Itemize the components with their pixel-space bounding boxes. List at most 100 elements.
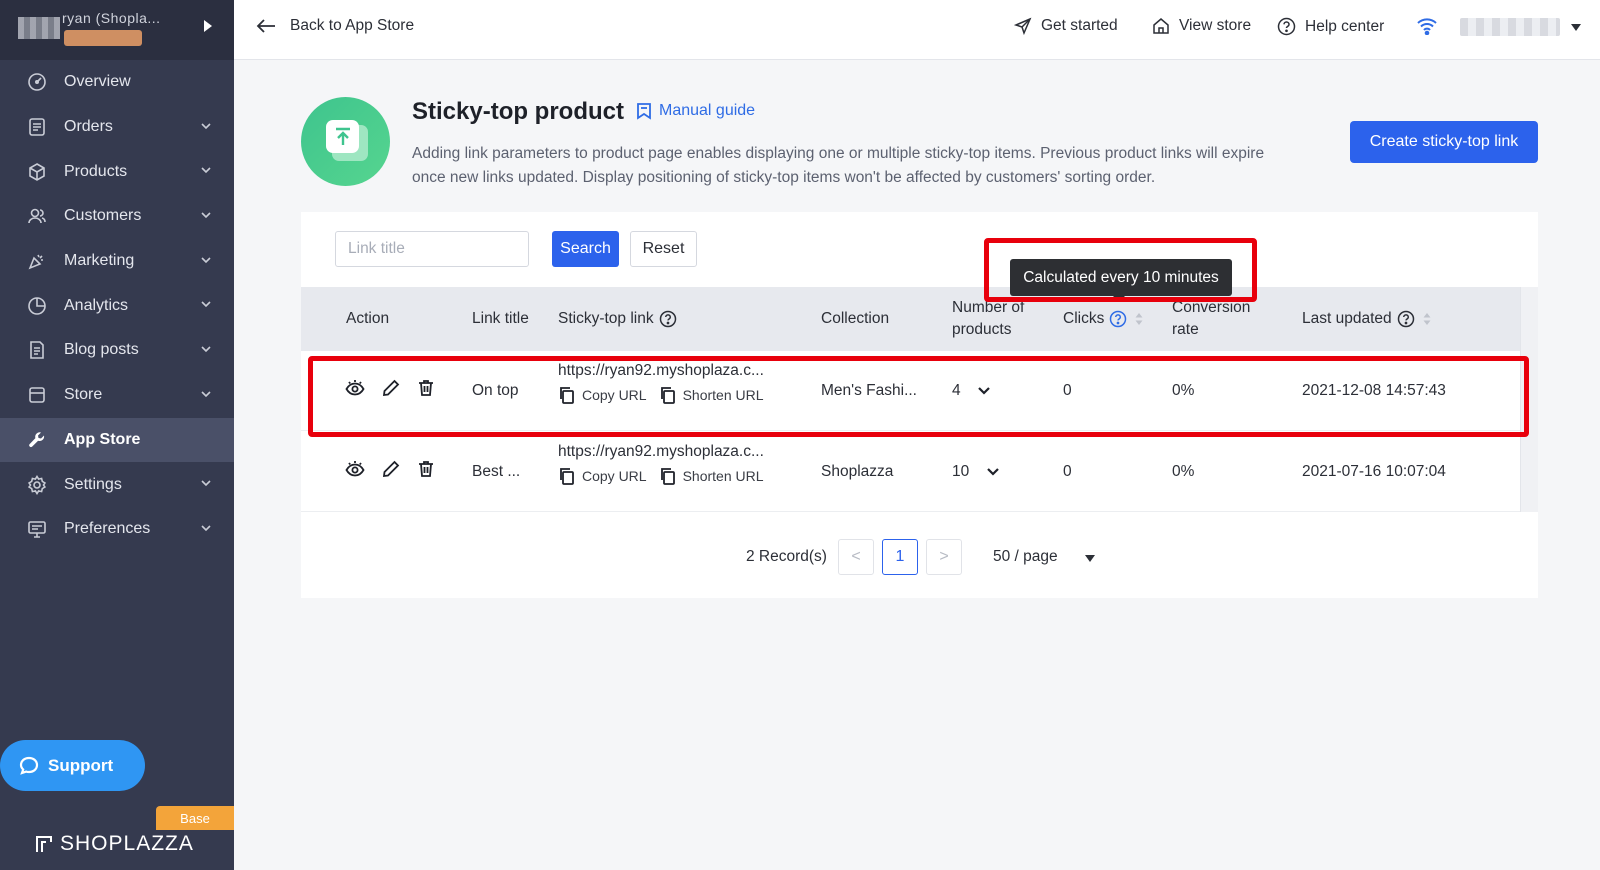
table-scrollbar[interactable] (1520, 287, 1538, 512)
sidebar-item-label: Store (64, 386, 103, 404)
collection-cell: Men's Fashi... (821, 382, 917, 399)
sidebar-item-store[interactable]: Store (0, 373, 234, 418)
store-switcher[interactable]: ryan (Shopla... (0, 0, 234, 60)
trash-icon[interactable] (416, 378, 436, 398)
create-sticky-top-link-button[interactable]: Create sticky-top link (1350, 121, 1538, 163)
chevron-down-icon (201, 123, 211, 129)
shorten-url-button[interactable]: Shorten URL (659, 386, 764, 404)
help-center-link[interactable]: Help center (1277, 17, 1384, 36)
sidebar-nav: Overview Orders Products Customers Marke… (0, 60, 234, 552)
help-circle-icon[interactable] (1109, 310, 1127, 328)
box-icon (26, 161, 48, 183)
last-updated-cell: 2021-12-08 14:57:43 (1302, 382, 1446, 399)
sidebar-item-overview[interactable]: Overview (0, 60, 234, 105)
chevron-down-icon (201, 480, 211, 487)
copy-url-button[interactable]: Copy URL (558, 467, 647, 485)
sticky-link-url[interactable]: https://ryan92.myshoplaza.c... (558, 362, 776, 380)
sticky-link-url[interactable]: https://ryan92.myshoplaza.c... (558, 443, 776, 461)
eye-icon[interactable] (345, 459, 365, 479)
brand-logo: SHOPLAZZA (34, 832, 194, 856)
bookmark-icon (637, 103, 651, 120)
chevron-down-icon (201, 167, 211, 174)
gear-icon (26, 474, 48, 496)
eye-icon[interactable] (345, 378, 365, 398)
topbar: Back to App Store Get started View store… (234, 0, 1600, 60)
next-page-button[interactable]: > (926, 539, 962, 575)
get-started-link[interactable]: Get started (1014, 17, 1118, 35)
help-circle-icon[interactable] (1397, 310, 1415, 328)
sidebar-item-label: Products (64, 162, 128, 180)
back-to-app-store-link[interactable]: Back to App Store (256, 17, 414, 35)
chevron-down-icon[interactable] (986, 467, 1000, 476)
sort-icon[interactable] (1135, 311, 1143, 327)
sidebar-item-settings[interactable]: Settings (0, 462, 234, 507)
sticky-link-cell: https://ryan92.myshoplaza.c... Copy URL … (558, 443, 776, 485)
sidebar-item-blog-posts[interactable]: Blog posts (0, 328, 234, 373)
user-menu-blurred[interactable] (1460, 18, 1560, 36)
sidebar-item-label: Preferences (64, 520, 151, 538)
orders-icon (26, 116, 48, 138)
megaphone-icon (26, 250, 48, 272)
products-count-cell[interactable]: 4 (952, 382, 991, 400)
column-collection: Collection (821, 310, 890, 327)
manual-guide-link[interactable]: Manual guide (636, 102, 755, 120)
get-started-label: Get started (1041, 17, 1118, 34)
sidebar-item-analytics[interactable]: Analytics (0, 283, 234, 328)
sidebar-item-label: Marketing (64, 252, 135, 270)
chevron-down-icon (201, 257, 211, 263)
support-button[interactable]: Support (0, 740, 145, 791)
home-icon (1153, 18, 1169, 34)
sidebar-item-preferences[interactable]: Preferences (0, 507, 234, 552)
copy-url-button[interactable]: Copy URL (558, 386, 647, 404)
copy-icon (660, 468, 675, 485)
clicks-cell: 0 (1063, 382, 1072, 399)
edit-pencil-icon[interactable] (381, 378, 401, 398)
store-name-blurred (64, 30, 142, 46)
link-title-input[interactable] (335, 231, 529, 267)
link-title-cell: On top (472, 382, 519, 399)
help-circle-icon[interactable] (659, 310, 677, 328)
chevron-down-icon[interactable] (977, 386, 991, 395)
copy-icon (560, 468, 574, 485)
sidebar-item-products[interactable]: Products (0, 149, 234, 194)
sidebar-item-label: Orders (64, 118, 113, 136)
reset-button[interactable]: Reset (630, 231, 697, 267)
caret-down-icon[interactable] (1571, 24, 1581, 31)
column-last-updated[interactable]: Last updated (1302, 308, 1431, 330)
shorten-url-button[interactable]: Shorten URL (659, 467, 764, 485)
view-store-link[interactable]: View store (1152, 17, 1251, 35)
help-circle-icon (1277, 17, 1296, 36)
table-header: Action Link title Sticky-top link Collec… (301, 287, 1520, 351)
sidebar-item-label: Analytics (64, 296, 129, 314)
column-link-title: Link title (472, 310, 529, 327)
search-button[interactable]: Search (552, 231, 619, 267)
wifi-icon (1417, 18, 1437, 35)
trash-icon[interactable] (416, 459, 436, 479)
sidebar-item-orders[interactable]: Orders (0, 105, 234, 150)
chevron-down-icon (201, 525, 211, 532)
sidebar-item-label: App Store (64, 430, 141, 448)
table-row: On top https://ryan92.myshoplaza.c... Co… (301, 351, 1520, 431)
sidebar-item-customers[interactable]: Customers (0, 194, 234, 239)
sidebar-item-label: Blog posts (64, 341, 139, 359)
products-count-cell[interactable]: 10 (952, 463, 1000, 481)
support-label: Support (48, 755, 114, 775)
page-size-select[interactable]: 50 / page (993, 548, 1058, 566)
sidebar: ryan (Shopla... Overview Orders Products… (0, 0, 234, 870)
sidebar-item-app-store[interactable]: App Store (0, 417, 234, 463)
wrench-icon (26, 429, 48, 451)
sidebar-item-marketing[interactable]: Marketing (0, 239, 234, 284)
page-1-button[interactable]: 1 (882, 539, 918, 575)
clicks-tooltip: Calculated every 10 minutes (1010, 259, 1232, 302)
clicks-cell: 0 (1063, 463, 1072, 480)
column-clicks[interactable]: Clicks (1063, 308, 1143, 330)
chat-bubble-icon (19, 756, 39, 775)
prev-page-button[interactable]: < (838, 539, 874, 575)
edit-pencil-icon[interactable] (381, 459, 401, 479)
users-icon (26, 205, 48, 227)
collapse-arrow-icon[interactable] (204, 20, 212, 32)
monitor-icon (26, 518, 48, 540)
sort-icon[interactable] (1423, 311, 1431, 327)
chevron-down-icon (201, 301, 211, 308)
caret-down-icon[interactable] (1085, 555, 1095, 562)
